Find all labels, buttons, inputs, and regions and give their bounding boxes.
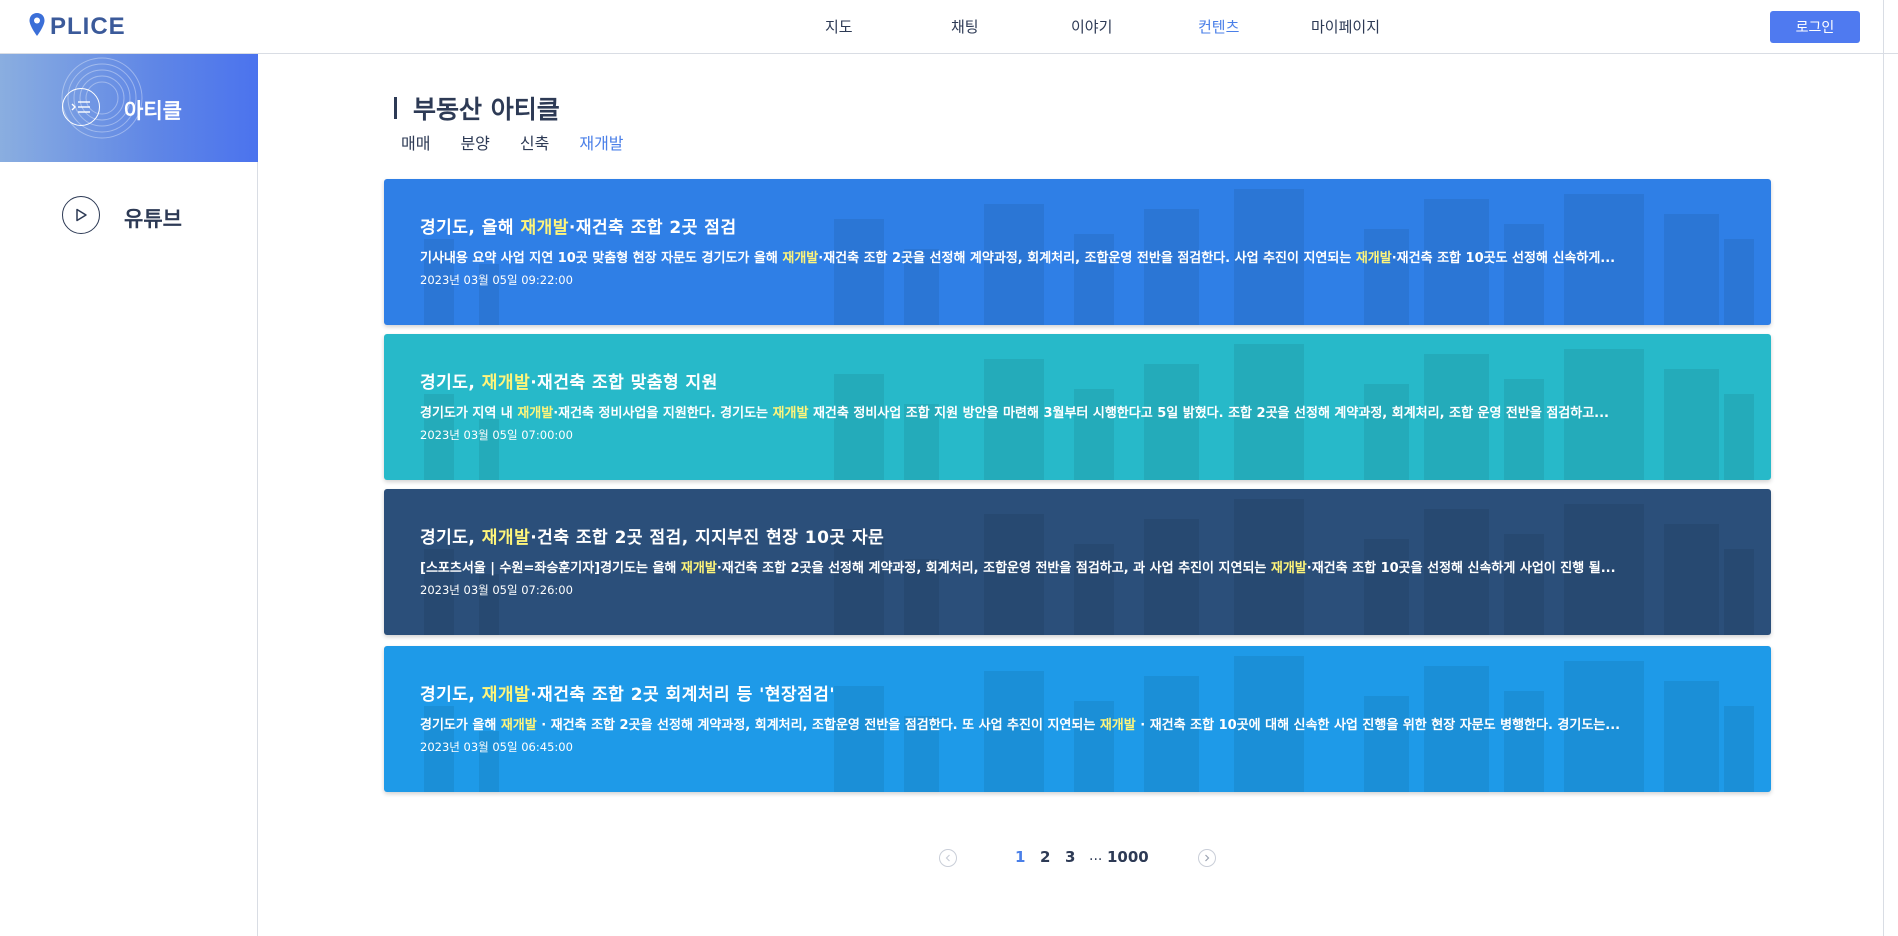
page-last[interactable]: 1000 — [1107, 848, 1149, 866]
tab-trade[interactable]: 매매 — [401, 130, 430, 154]
article-card[interactable]: 경기도, 재개발·건축 조합 2곳 점검, 지지부진 현장 10곳 자문 [스포츠… — [384, 489, 1771, 635]
article-date: 2023년 03월 05일 09:22:00 — [420, 273, 573, 287]
article-date: 2023년 03월 05일 07:00:00 — [420, 428, 573, 442]
article-card[interactable]: 경기도, 올해 재개발·재건축 조합 2곳 점검기사내용 요약 사업 지연 10… — [384, 179, 1771, 325]
nav-item-map[interactable]: 지도 — [825, 16, 853, 37]
article-title: 경기도, 올해 재개발·재건축 조합 2곳 점검 — [420, 218, 737, 238]
play-icon — [62, 196, 100, 234]
article-summary: 경기도가 지역 내 재개발·재건축 정비사업을 지원한다. 경기도는 재개발 재… — [420, 406, 1609, 421]
category-tabs: 매매 분양 신축 재개발 — [401, 130, 654, 154]
page-title: 부동산 아티클 — [394, 90, 560, 126]
article-date: 2023년 03월 05일 06:45:00 — [420, 740, 573, 754]
article-summary: 기사내용 요약 사업 지연 10곳 맞춤형 현장 자문도 경기도가 올해 재개발… — [420, 251, 1616, 266]
main-nav: 지도 채팅 이야기 컨텐츠 마이페이지 — [0, 0, 1898, 54]
tab-redevelopment[interactable]: 재개발 — [579, 130, 623, 154]
article-title: 경기도, 재개발·재건축 조합 2곳 회계처리 등 '현장점검' — [420, 685, 836, 705]
chevron-left-icon[interactable] — [939, 849, 957, 867]
sidebar-item-label: 유튜브 — [124, 207, 182, 231]
nav-item-contents[interactable]: 컨텐츠 — [1198, 16, 1239, 37]
title-accent-bar — [394, 97, 397, 119]
keyword-highlight: 재개발 — [481, 373, 531, 393]
page-3[interactable]: 3 — [1065, 848, 1075, 866]
article-summary: 경기도가 올해 재개발 · 재건축 조합 2곳을 선정해 계약과정, 회계처리,… — [420, 718, 1621, 733]
tab-new-build[interactable]: 신축 — [520, 130, 549, 154]
keyword-highlight: 재개발 — [782, 251, 819, 266]
keyword-highlight: 재개발 — [500, 718, 537, 733]
article-card[interactable]: 경기도, 재개발·재건축 조합 맞춤형 지원경기도가 지역 내 재개발·재건축 … — [384, 334, 1771, 480]
keyword-highlight: 재개발 — [481, 685, 531, 705]
sidebar-item-label: 아티클 — [124, 99, 182, 123]
page-2[interactable]: 2 — [1040, 848, 1050, 866]
keyword-highlight: 재개발 — [680, 561, 717, 576]
article-card[interactable]: 경기도, 재개발·재건축 조합 2곳 회계처리 등 '현장점검' 경기도가 올해 … — [384, 646, 1771, 792]
article-title: 경기도, 재개발·건축 조합 2곳 점검, 지지부진 현장 10곳 자문 — [420, 528, 885, 548]
sidebar-item-youtube[interactable]: 유튜브 — [0, 162, 258, 270]
nav-item-chat[interactable]: 채팅 — [951, 16, 979, 37]
top-navigation-bar: PLICE 지도 채팅 이야기 컨텐츠 마이페이지 로그인 — [0, 0, 1898, 54]
page-ellipsis: ... — [1089, 848, 1103, 864]
article-list-icon — [62, 88, 100, 126]
keyword-highlight: 재개발 — [520, 218, 569, 238]
article-title: 경기도, 재개발·재건축 조합 맞춤형 지원 — [420, 373, 718, 393]
tab-presale[interactable]: 분양 — [460, 130, 489, 154]
keyword-highlight: 재개발 — [1270, 561, 1307, 576]
keyword-highlight: 재개발 — [1099, 718, 1136, 733]
article-summary: [스포츠서울 | 수원=좌승훈기자]경기도는 올해 재개발·재건축 조합 2곳을… — [420, 561, 1616, 576]
sidebar: 아티클 유튜브 — [0, 54, 258, 936]
keyword-highlight: 재개발 — [1355, 251, 1392, 266]
login-button[interactable]: 로그인 — [1770, 11, 1860, 43]
sidebar-item-article[interactable]: 아티클 — [0, 54, 258, 162]
page-title-text: 부동산 아티클 — [413, 95, 560, 124]
keyword-highlight: 재개발 — [772, 406, 809, 421]
chevron-right-icon[interactable] — [1198, 849, 1216, 867]
nav-item-mypage[interactable]: 마이페이지 — [1311, 16, 1380, 37]
keyword-highlight: 재개발 — [517, 406, 554, 421]
page-1[interactable]: 1 — [1015, 848, 1025, 866]
article-date: 2023년 03월 05일 07:26:00 — [420, 583, 573, 597]
scrollbar-track[interactable] — [1883, 0, 1884, 936]
nav-item-story[interactable]: 이야기 — [1071, 16, 1112, 37]
keyword-highlight: 재개발 — [481, 528, 531, 548]
main-content: 부동산 아티클 매매 분양 신축 재개발 경기도, 올해 재개발·재건축 조합 … — [259, 54, 1883, 936]
